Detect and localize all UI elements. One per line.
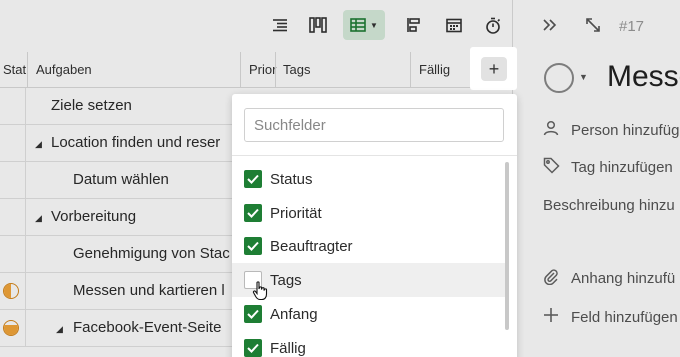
field-option-label: Status [270,170,313,188]
add-column-button[interactable]: + [481,57,507,81]
field-option-label: Beauftragter [270,237,353,255]
checkbox-checked[interactable] [244,204,262,222]
dropdown-divider [232,155,517,156]
field-option-due[interactable]: Fällig [232,331,507,357]
field-option-status[interactable]: Status [232,162,507,196]
checkbox-checked[interactable] [244,170,262,188]
field-option-label: Priorität [270,204,322,222]
field-option-label: Anfang [270,305,318,323]
field-option-label: Tags [270,271,302,289]
checkbox-checked[interactable] [244,305,262,323]
dropdown-scrollbar[interactable] [505,162,509,330]
field-search-input[interactable] [244,108,504,142]
field-selector-dropdown: Status Priorität Beauftragter Tags Anfan… [232,94,517,357]
field-option-tags[interactable]: Tags [232,263,507,297]
checkbox-checked[interactable] [244,339,262,357]
checkbox-checked[interactable] [244,237,262,255]
hand-cursor-icon [252,281,270,306]
add-column-button-wrap: + [470,47,517,90]
field-option-start[interactable]: Anfang [232,297,507,331]
field-option-label: Fällig [270,339,306,357]
field-option-assignee[interactable]: Beauftragter [232,229,507,263]
field-option-priority[interactable]: Priorität [232,196,507,230]
